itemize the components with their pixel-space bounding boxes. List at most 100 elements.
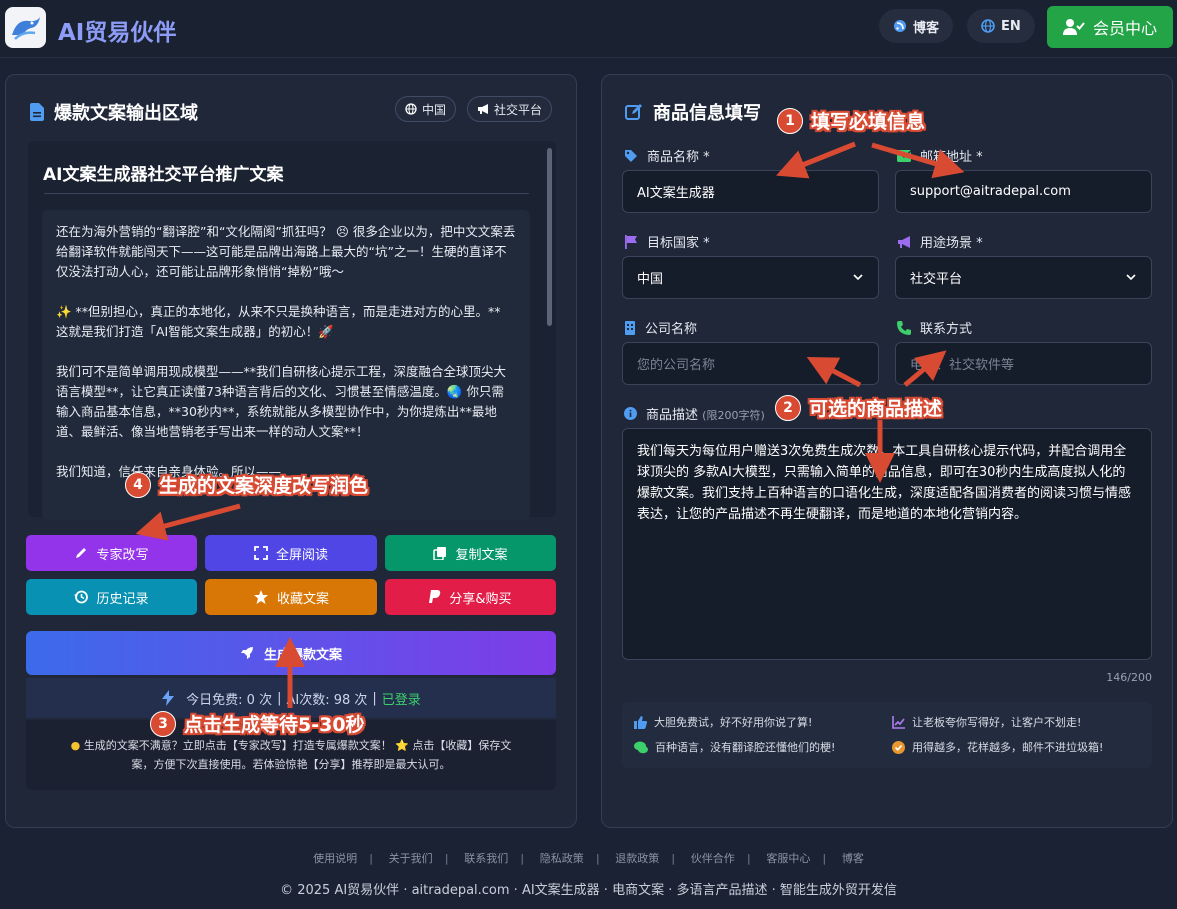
feature-item: 让老板夸你写得好，让客户不划走! [892, 714, 1081, 730]
phone-icon [897, 320, 911, 335]
product-name-input[interactable]: AI文案生成器 [622, 170, 879, 213]
feature-text: 百种语言，没有翻译腔还懂他们的梗! [655, 741, 836, 754]
tip-line: ● 生成的文案不满意？立即点击【专家改写】打造专属爆款文案！ ⭐ 点击【收藏】保… [44, 736, 538, 755]
country-tag-label: 中国 [422, 102, 447, 117]
generate-button[interactable]: 生成爆款文案 [26, 631, 556, 675]
company-input[interactable]: 您的公司名称 [622, 342, 879, 385]
paypal-icon [429, 590, 441, 603]
tip-box: ● 生成的文案不满意？立即点击【专家改写】打造专属爆款文案！ ⭐ 点击【收藏】保… [26, 720, 556, 790]
star-icon [253, 590, 268, 604]
footer-link[interactable]: 隐私政策 [540, 852, 584, 865]
target-country-value: 中国 [637, 272, 664, 287]
blog-button[interactable]: 博客 [879, 9, 954, 43]
blog-icon [894, 20, 906, 32]
top-header: AI贸易伙伴 博客 EN 会员中心 [0, 0, 1177, 58]
tip-line: 案，方便下次直接使用。若体验惊艳【分享】推荐即是最大认可。 [131, 758, 451, 771]
fullscreen-button[interactable]: 全屏阅读 [205, 535, 377, 571]
footer-links: 使用说明 | 关于我们 | 联系我们 | 隐私政策 | 退款政策 | 伙伴合作 | 客服中心… [313, 852, 864, 865]
usage-scene-select[interactable]: 社交平台 [895, 256, 1152, 299]
feature-item: 百种语言，没有翻译腔还懂他们的梗! [634, 739, 835, 755]
language-button[interactable]: EN [967, 9, 1035, 43]
product-name-label-text: 商品名称 * [647, 150, 710, 165]
blog-label: 博客 [913, 20, 940, 36]
logo[interactable] [5, 7, 46, 48]
description-label-text: 商品描述 [646, 408, 699, 423]
footer-link[interactable]: 联系我们 [464, 852, 508, 865]
expert-rewrite-label: 专家改写 [96, 547, 149, 563]
output-scrollbar[interactable] [547, 148, 552, 326]
output-panel-title: 爆款文案输出区域 [54, 103, 198, 124]
footer-link[interactable]: 伙伴合作 [691, 852, 735, 865]
char-counter: 146/200 [1106, 671, 1152, 684]
globe-icon [981, 19, 995, 33]
favorite-button[interactable]: 收藏文案 [205, 579, 377, 615]
favorite-label: 收藏文案 [276, 591, 329, 607]
brand-name[interactable]: AI贸易伙伴 [58, 13, 176, 47]
description-label: 商品描述 (限200字符) [624, 404, 765, 423]
user-check-icon [1062, 19, 1085, 35]
pen-icon [76, 548, 87, 558]
copy-icon [433, 547, 447, 560]
quota-separator: | [277, 690, 282, 706]
footer-link[interactable]: 退款政策 [615, 852, 659, 865]
info-icon [624, 407, 637, 420]
comments-icon [634, 741, 648, 753]
member-center-label: 会员中心 [1092, 19, 1157, 38]
product-name-label: 商品名称 * [624, 146, 710, 165]
target-country-label-text: 目标国家 * [647, 236, 710, 251]
fullscreen-label: 全屏阅读 [275, 547, 328, 563]
feature-item: 用得越多，花样越多，邮件不进垃圾箱! [892, 739, 1103, 755]
footer-link[interactable]: 博客 [842, 852, 864, 865]
copyright: © 2025 AI贸易伙伴 · aitradepal.com · AI文案生成器… [280, 883, 897, 898]
share-buy-button[interactable]: 分享&购买 [385, 579, 556, 615]
footer-link[interactable]: 关于我们 [389, 852, 433, 865]
expert-rewrite-button[interactable]: 专家改写 [26, 535, 197, 571]
rocket-icon [240, 647, 253, 659]
feature-box [622, 702, 1152, 768]
history-button[interactable]: 历史记录 [26, 579, 197, 615]
footer-link[interactable]: 使用说明 [313, 852, 357, 865]
contact-label: 联系方式 [897, 318, 972, 337]
globe-icon [405, 103, 417, 115]
email-label-text: 邮箱地址 * [920, 150, 983, 165]
bolt-icon [162, 690, 175, 706]
envelope-icon [897, 149, 911, 162]
company-label: 公司名称 [624, 318, 697, 337]
contact-input[interactable]: 电话、社交软件等 [895, 342, 1152, 385]
feature-text: 让老板夸你写得好，让客户不划走! [912, 716, 1082, 729]
company-label-text: 公司名称 [645, 322, 698, 337]
feature-text: 用得越多，花样越多，邮件不进垃圾箱! [912, 741, 1104, 754]
footer-link[interactable]: 客服中心 [766, 852, 810, 865]
copy-button[interactable]: 复制文案 [385, 535, 556, 571]
member-center-button[interactable]: 会员中心 [1047, 6, 1173, 48]
usage-scene-label-text: 用途场景 * [920, 236, 983, 251]
copy-paragraph: ✨ **但别担心，真正的本地化，从来不只是换种语言，而是走进对方的心里。** 这… [56, 304, 501, 339]
quota-separator: | [372, 690, 377, 706]
megaphone-icon [478, 104, 488, 114]
doc-divider [44, 193, 529, 194]
feature-text: 大胆免费试，好不好用你说了算! [654, 716, 813, 729]
target-country-label: 目标国家 * [624, 232, 710, 251]
login-status: 已登录 [381, 692, 421, 708]
chevron-down-icon [1126, 274, 1136, 281]
megaphone-icon [898, 235, 910, 248]
target-country-select[interactable]: 中国 [622, 256, 879, 299]
expand-icon [254, 546, 268, 560]
country-tag: 中国 [395, 96, 457, 122]
chart-line-icon [892, 715, 905, 729]
language-label: EN [1001, 18, 1021, 34]
tip-text: 生成的文案不满意？立即点击【专家改写】打造专属爆款文案！ ⭐ 点击【收藏】保存文 [83, 739, 512, 752]
copy-label: 复制文案 [455, 547, 508, 563]
copy-paragraph: 还在为海外营销的“翻译腔”和“文化隔阂”抓狂吗？ 😣 很多企业以为，把中文文案丢… [56, 224, 516, 279]
quota-free: 今日免费: 0 次 [186, 692, 273, 708]
generated-copy[interactable]: 还在为海外营销的“翻译腔”和“文化隔阂”抓狂吗？ 😣 很多企业以为，把中文文案丢… [42, 210, 530, 520]
check-circle-icon [892, 740, 905, 754]
chevron-down-icon [853, 274, 863, 281]
share-buy-label: 分享&购买 [449, 591, 512, 607]
copy-paragraph: 我们知道，信任来自亲身体验。所以—— [56, 464, 282, 479]
email-input[interactable]: support@aitradepal.com [895, 170, 1152, 213]
description-hint: (限200字符) [702, 409, 765, 422]
form-panel-header: 商品信息填写 [625, 99, 761, 125]
description-textarea[interactable]: 我们每天为每位用户赠送3次免费生成次数。本工具自研核心提示代码，并配合调用全球顶… [622, 428, 1152, 660]
email-label: 邮箱地址 * [897, 146, 983, 165]
